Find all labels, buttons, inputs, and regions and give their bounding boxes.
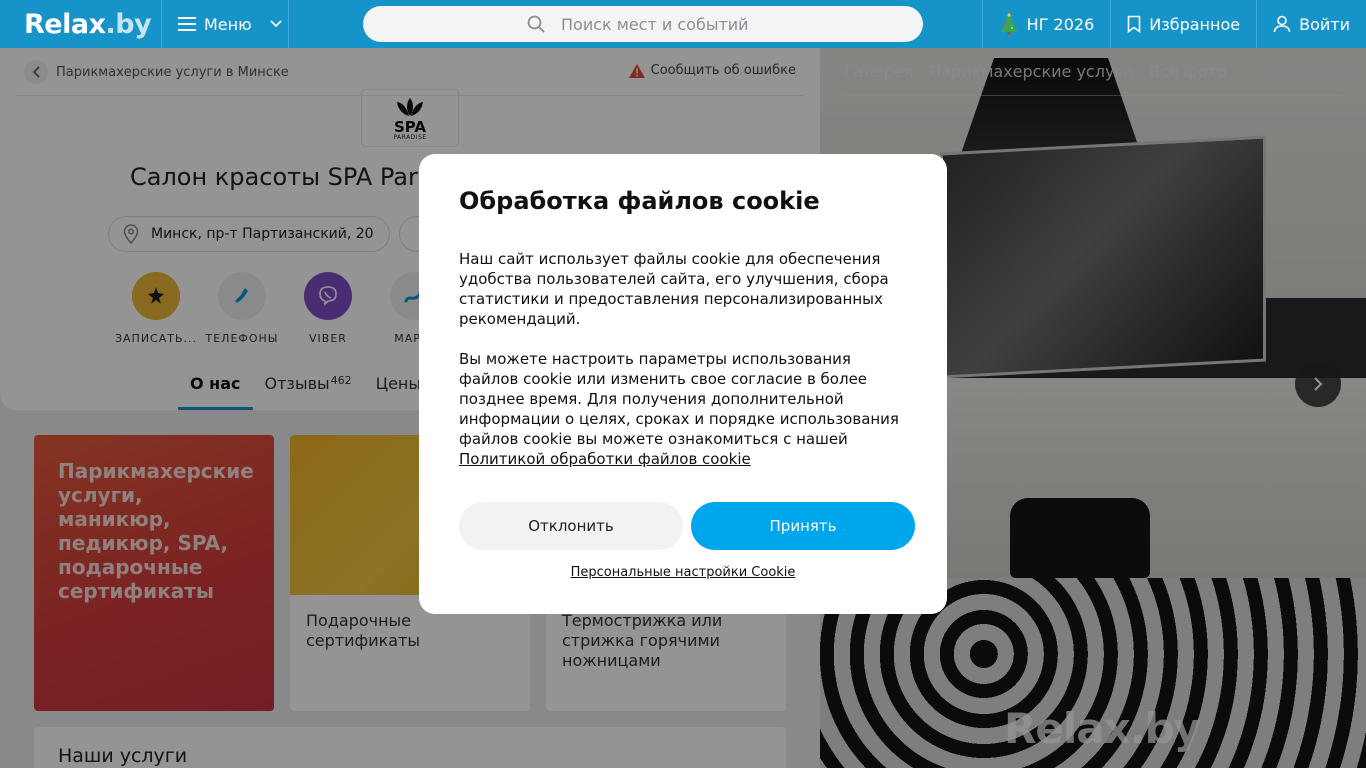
search-box[interactable] [363, 6, 923, 42]
favorites-label: Избранное [1149, 14, 1241, 34]
new-year-link[interactable]: НГ 2026 [981, 0, 1111, 48]
menu-label: Меню [204, 14, 252, 34]
cookie-buttons: Отклонить Принять [459, 502, 915, 550]
new-year-label: НГ 2026 [1026, 14, 1095, 34]
cookie-text-2-body: Вы можете настроить параметры использова… [459, 350, 899, 448]
cookie-text-1: Наш сайт использует файлы cookie для обе… [459, 250, 889, 328]
logo-main-text: Relax [24, 8, 106, 40]
decline-button[interactable]: Отклонить [459, 502, 683, 550]
search-input[interactable] [561, 14, 861, 34]
cookie-policy-link[interactable]: Политикой обработки файлов cookie [459, 450, 751, 468]
cookie-title: Обработка файлов cookie [459, 187, 820, 215]
cookie-settings-link[interactable]: Персональные настройки Cookie [419, 565, 947, 580]
top-header: Relax.by Меню НГ 2026 Избранное Войти [0, 0, 1366, 48]
user-icon [1273, 15, 1291, 33]
cookie-dialog: Обработка файлов cookie Наш сайт использ… [419, 154, 947, 614]
site-logo[interactable]: Relax .by [0, 0, 162, 48]
hamburger-icon [178, 17, 196, 31]
cookie-text-2: Вы можете настроить параметры использова… [459, 349, 907, 469]
login-link[interactable]: Войти [1256, 0, 1366, 48]
favorites-link[interactable]: Избранное [1110, 0, 1256, 48]
login-label: Войти [1299, 14, 1350, 34]
menu-button[interactable]: Меню [162, 0, 289, 48]
bookmark-icon [1127, 15, 1141, 33]
accept-button[interactable]: Принять [691, 502, 915, 550]
christmas-tree-icon [999, 13, 1018, 35]
logo-suffix-text: .by [105, 8, 152, 40]
chevron-down-icon [270, 20, 282, 28]
search-icon [527, 15, 545, 33]
